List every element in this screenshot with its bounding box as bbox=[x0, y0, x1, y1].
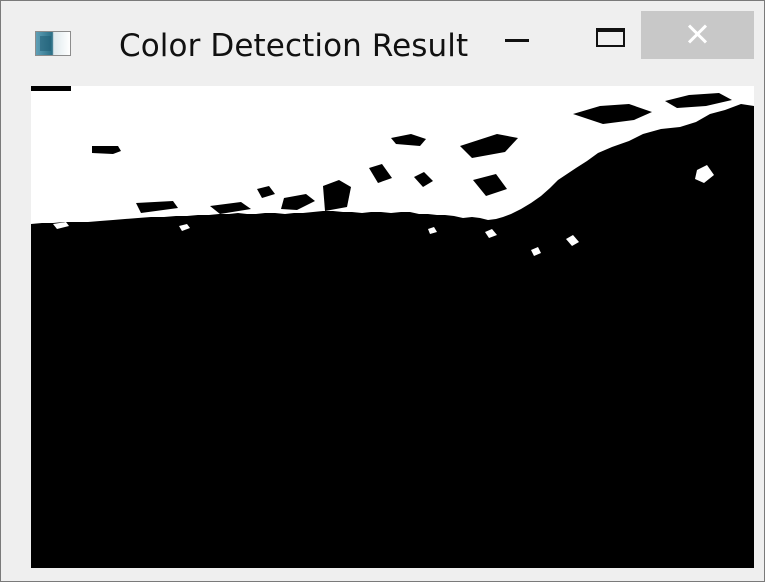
title-bar[interactable]: Color Detection Result bbox=[1, 1, 764, 83]
minimize-button[interactable] bbox=[495, 11, 547, 59]
mask-image bbox=[31, 86, 754, 568]
window-title: Color Detection Result bbox=[119, 28, 469, 64]
maximize-button[interactable] bbox=[579, 11, 633, 59]
app-icon bbox=[35, 31, 71, 56]
close-button[interactable] bbox=[641, 11, 754, 59]
image-canvas[interactable] bbox=[31, 86, 754, 568]
image-window: Color Detection Result bbox=[0, 0, 765, 582]
black-blob-5 bbox=[323, 180, 351, 211]
